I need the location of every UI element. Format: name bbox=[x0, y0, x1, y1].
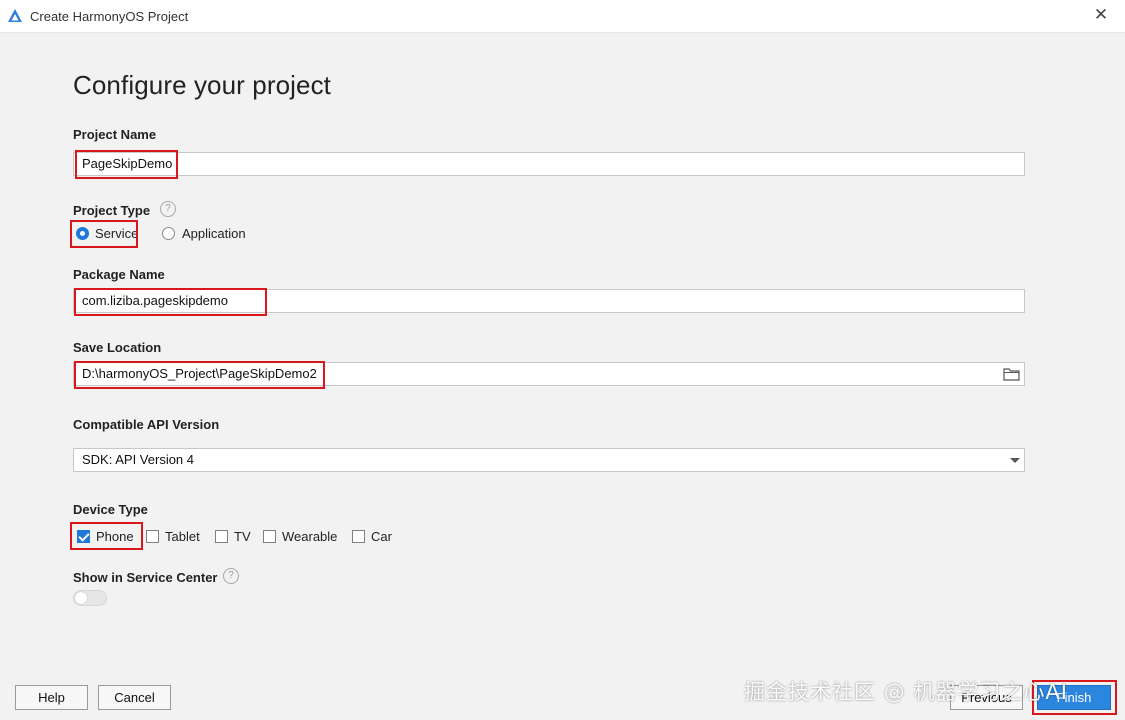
service-center-toggle[interactable] bbox=[73, 590, 107, 606]
cancel-button[interactable]: Cancel bbox=[98, 685, 171, 710]
close-icon[interactable]: ✕ bbox=[1090, 4, 1112, 26]
toggle-knob bbox=[75, 592, 87, 604]
window-title: Create HarmonyOS Project bbox=[30, 9, 189, 24]
checkbox-tablet-label[interactable]: Tablet bbox=[165, 529, 200, 544]
radio-application-label[interactable]: Application bbox=[182, 226, 246, 241]
harmonyos-logo-icon bbox=[8, 9, 22, 22]
title-bar: Create HarmonyOS Project ✕ bbox=[0, 0, 1125, 33]
radio-application[interactable] bbox=[162, 227, 175, 240]
package-name-field[interactable]: com.liziba.pageskipdemo bbox=[73, 289, 1025, 313]
help-icon[interactable]: ? bbox=[160, 201, 176, 217]
checkbox-tablet[interactable] bbox=[146, 530, 159, 543]
checkbox-car-label[interactable]: Car bbox=[371, 529, 392, 544]
checkbox-tv[interactable] bbox=[215, 530, 228, 543]
checkbox-car[interactable] bbox=[352, 530, 365, 543]
radio-service-label[interactable]: Service bbox=[95, 226, 138, 241]
checkbox-phone-label[interactable]: Phone bbox=[96, 529, 134, 544]
save-location-field[interactable]: D:\harmonyOS_Project\PageSkipDemo2 bbox=[73, 362, 1025, 386]
help-icon[interactable]: ? bbox=[223, 568, 239, 584]
checkbox-wearable-label[interactable]: Wearable bbox=[282, 529, 337, 544]
project-name-label: Project Name bbox=[73, 127, 157, 142]
project-name-field[interactable]: PageSkipDemo bbox=[73, 152, 1025, 176]
radio-service[interactable] bbox=[76, 227, 89, 240]
checkbox-wearable[interactable] bbox=[263, 530, 276, 543]
watermark-text: 掘金技术社区 @ 机器学习之心AI bbox=[744, 680, 1068, 704]
device-type-label: Device Type bbox=[73, 502, 148, 517]
checkbox-tv-label[interactable]: TV bbox=[234, 529, 251, 544]
folder-icon[interactable] bbox=[1003, 367, 1020, 381]
save-location-label: Save Location bbox=[73, 340, 162, 355]
checkbox-phone[interactable] bbox=[77, 530, 90, 543]
package-name-label: Package Name bbox=[73, 267, 165, 282]
help-button[interactable]: Help bbox=[15, 685, 88, 710]
service-center-label: Show in Service Center bbox=[73, 570, 218, 585]
api-version-label: Compatible API Version bbox=[73, 417, 220, 432]
project-type-label: Project Type bbox=[73, 203, 151, 218]
api-version-select[interactable]: SDK: API Version 4 bbox=[73, 448, 1025, 472]
chevron-down-icon[interactable] bbox=[1010, 458, 1020, 463]
page-title: Configure your project bbox=[73, 70, 331, 100]
